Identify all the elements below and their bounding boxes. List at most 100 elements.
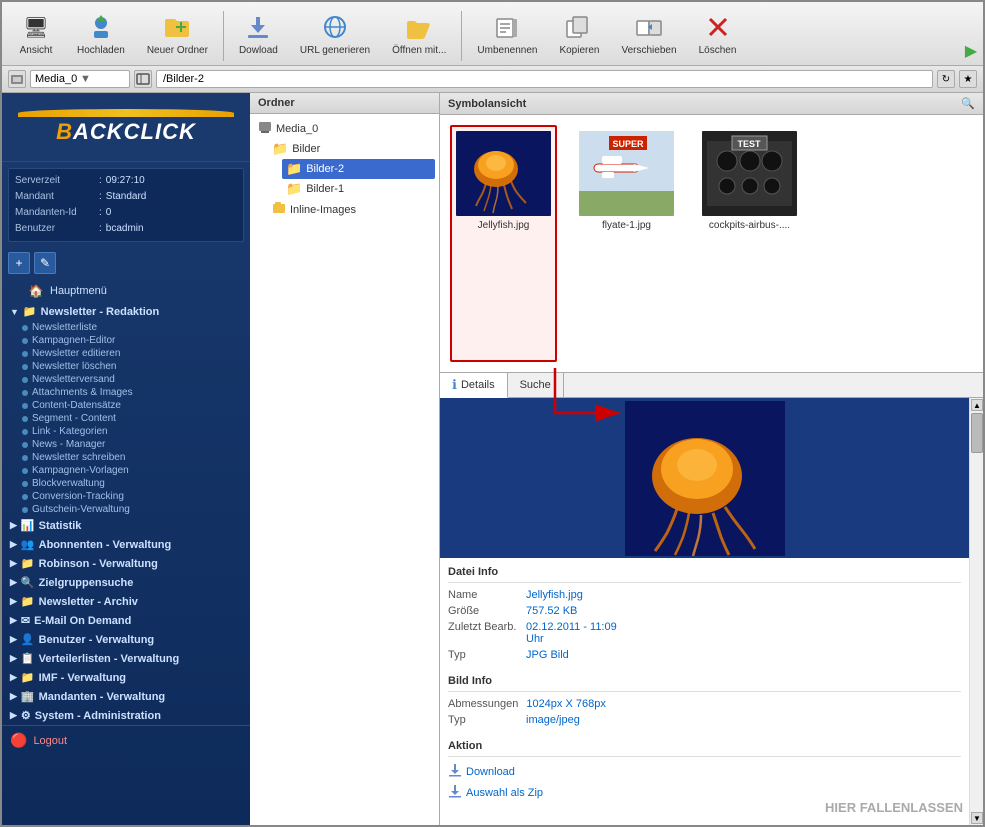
toolbar-oeffnen-label: Öffnen mit... xyxy=(392,45,446,56)
imf-expand-icon: ▶ xyxy=(10,672,17,683)
toolbar-oeffnen-btn[interactable]: Öffnen mit... xyxy=(383,6,455,61)
zielgruppe-expand-icon: ▶ xyxy=(10,577,17,588)
sidebar-group-robinson[interactable]: ▶ 📁 Robinson - Verwaltung xyxy=(2,554,250,573)
toolbar-loeschen-label: Löschen xyxy=(699,45,737,56)
flyate-thumb-img: SUPER xyxy=(579,131,674,216)
sidebar-group-verteilerlisten[interactable]: ▶ 📋 Verteilerlisten - Verwaltung xyxy=(2,649,250,668)
server-info-sep-3: : xyxy=(99,221,102,237)
zip-link-icon xyxy=(448,784,462,801)
sidebar-group-mandanten[interactable]: ▶ 🏢 Mandanten - Verwaltung xyxy=(2,687,250,706)
toolbar-neuer-ordner-btn[interactable]: Neuer Ordner xyxy=(138,6,217,61)
sidebar-group-newsletter[interactable]: ▼ 📁 Newsletter - Redaktion xyxy=(2,302,250,321)
media-icon xyxy=(8,70,26,88)
verteilerlisten-group-label: Verteilerlisten - Verwaltung xyxy=(39,653,180,665)
file-thumb-flyate[interactable]: SUPER flyate-1.jpg xyxy=(573,125,680,362)
file-thumb-jellyfish[interactable]: Jellyfish.jpg xyxy=(450,125,557,362)
folder-item-bilder2[interactable]: 📁 Bilder-2 xyxy=(282,159,435,179)
download-link[interactable]: Download xyxy=(448,761,961,782)
tab-details[interactable]: ℹ Details xyxy=(440,373,508,398)
file-zuletzt-label: Zuletzt Bearb. xyxy=(448,621,518,645)
sidebar-group-imf[interactable]: ▶ 📁 IMF - Verwaltung xyxy=(2,668,250,687)
toolbar-kopieren-btn[interactable]: Kopieren xyxy=(550,6,608,61)
search-icon[interactable]: 🔍 xyxy=(961,97,975,110)
sidebar-subitem-attachments[interactable]: Attachments & Images xyxy=(2,386,250,399)
server-info-label-3: Benutzer xyxy=(15,221,95,237)
file-info-row-typ: Typ JPG Bild xyxy=(448,647,961,663)
sidebar-subitem-link-kategorien[interactable]: Link - Kategorien xyxy=(2,425,250,438)
sidebar-group-system[interactable]: ▶ ⚙ System - Administration xyxy=(2,706,250,725)
sidebar-subitem-newsletter-schreiben[interactable]: Newsletter schreiben xyxy=(2,451,250,464)
sidebar-group-abonnenten[interactable]: ▶ 👥 Abonnenten - Verwaltung xyxy=(2,535,250,554)
sidebar-group-email-demand[interactable]: ▶ ✉ E-Mail On Demand xyxy=(2,611,250,630)
folder-item-media0[interactable]: Media_0 xyxy=(254,118,435,139)
sidebar-group-benutzer[interactable]: ▶ 👤 Benutzer - Verwaltung xyxy=(2,630,250,649)
toolbar-url-btn[interactable]: URL generieren xyxy=(291,6,379,61)
server-info-sep-0: : xyxy=(99,173,102,189)
bild-abmessungen-value: 1024px X 768px xyxy=(526,698,606,710)
sidebar-subitem-blockverwaltung[interactable]: Blockverwaltung xyxy=(2,477,250,490)
scrollbar-up-btn[interactable]: ▲ xyxy=(971,399,983,411)
file-typ-value: JPG Bild xyxy=(526,649,569,661)
mandanten-group-label: Mandanten - Verwaltung xyxy=(39,691,166,703)
zip-link-label: Auswahl als Zip xyxy=(466,787,543,799)
media-dropdown[interactable]: Media_0 ▼ xyxy=(30,70,130,88)
folder-item-bilder-label: Bilder xyxy=(292,143,320,155)
tab-suche[interactable]: Suche xyxy=(508,373,564,397)
sidebar-subitem-gutschein-verwaltung[interactable]: Gutschein-Verwaltung xyxy=(2,503,250,516)
server-info-value-2: 0 xyxy=(106,205,112,221)
drop-zone-text: HIER FALLENLASSEN xyxy=(825,800,963,815)
toolbar: 🖥 Ansicht Hochladen Neuer Ordner Dowload xyxy=(2,2,983,66)
folder-item-bilder1[interactable]: 📁 Bilder-1 xyxy=(282,179,435,199)
sidebar-subitem-kampagnen-vorlagen[interactable]: Kampagnen-Vorlagen xyxy=(2,464,250,477)
right-area: Symbolansicht 🔍 xyxy=(440,93,983,825)
file-thumb-cockpits[interactable]: TEST cockpits-airbus-.... xyxy=(696,125,803,362)
sidebar-group-newsletter-archiv[interactable]: ▶ 📁 Newsletter - Archiv xyxy=(2,592,250,611)
toolbar-umbenennen-btn[interactable]: Umbenennen xyxy=(468,6,546,61)
sidebar-subitem-newsletter-editieren[interactable]: Newsletter editieren xyxy=(2,347,250,360)
sidebar-group-zielgruppe[interactable]: ▶ 🔍 Zielgruppensuche xyxy=(2,573,250,592)
bookmark-icon[interactable]: ★ xyxy=(959,70,977,88)
download-icon xyxy=(242,11,274,43)
flyate-label: flyate-1.jpg xyxy=(602,220,651,231)
sidebar-subitem-news-manager[interactable]: News - Manager xyxy=(2,438,250,451)
download-link-icon xyxy=(448,763,462,780)
server-info-label-1: Mandant xyxy=(15,189,95,205)
toolbar-download-btn[interactable]: Dowload xyxy=(230,6,287,61)
sidebar-add-btn[interactable]: + xyxy=(8,252,30,274)
sidebar-subitem-segment-content[interactable]: Segment - Content xyxy=(2,412,250,425)
sidebar-item-hauptmenu[interactable]: 🏠 Hauptmenü xyxy=(2,280,250,302)
scrollbar-down-btn[interactable]: ▼ xyxy=(971,812,983,824)
server-info-value-1: Standard xyxy=(106,189,147,205)
folder-item-inline[interactable]: Inline-Images xyxy=(268,199,435,220)
toolbar-loeschen-btn[interactable]: Löschen xyxy=(690,6,746,61)
sidebar-subitem-content-datensaetze[interactable]: Content-Datensätze xyxy=(2,399,250,412)
folder-item-bilder[interactable]: 📁 Bilder xyxy=(268,139,435,159)
details-inner: Datei Info Name Jellyfish.jpg Größe 757.… xyxy=(440,398,969,825)
toolbar-url-label: URL generieren xyxy=(300,45,370,56)
sidebar-subitem-newsletter-loeschen[interactable]: Newsletter löschen xyxy=(2,360,250,373)
dot-icon xyxy=(22,325,28,331)
bild-info-section: Bild Info Abmessungen 1024px X 768px Typ… xyxy=(440,667,969,732)
sidebar-subitem-newsletterliste[interactable]: Newsletterliste xyxy=(2,321,250,334)
verteilerlisten-folder-icon: 📋 xyxy=(21,652,35,665)
sidebar-logout[interactable]: 🔴 Logout xyxy=(2,725,250,755)
sidebar-subitem-conversion-tracking[interactable]: Conversion-Tracking xyxy=(2,490,250,503)
path-input[interactable]: /Bilder-2 xyxy=(156,70,933,88)
sidebar-group-statistik[interactable]: ▶ 📊 Statistik xyxy=(2,516,250,535)
refresh-icon[interactable]: ↻ xyxy=(937,70,955,88)
statistik-group-label: Statistik xyxy=(39,520,82,532)
toolbar-ansicht-btn[interactable]: 🖥 Ansicht xyxy=(8,6,64,61)
jellyfish-thumb-img xyxy=(456,131,551,216)
file-name-value: Jellyfish.jpg xyxy=(526,589,583,601)
file-info-section: Datei Info Name Jellyfish.jpg Größe 757.… xyxy=(440,558,969,667)
bilder-icon: 📁 xyxy=(272,141,288,157)
sidebar-subitem-kampagnen-editor[interactable]: Kampagnen-Editor xyxy=(2,334,250,347)
scrollbar-thumb[interactable] xyxy=(971,413,983,453)
sidebar-subitem-newsletterversand[interactable]: Newsletterversand xyxy=(2,373,250,386)
toolbar-arrow[interactable]: ▶ xyxy=(965,41,977,61)
toolbar-hochladen-btn[interactable]: Hochladen xyxy=(68,6,134,61)
dot-icon xyxy=(22,364,28,370)
scrollbar[interactable]: ▲ ▼ xyxy=(969,398,983,825)
sidebar-edit-btn[interactable]: ✎ xyxy=(34,252,56,274)
toolbar-verschieben-btn[interactable]: Verschieben xyxy=(612,6,685,61)
